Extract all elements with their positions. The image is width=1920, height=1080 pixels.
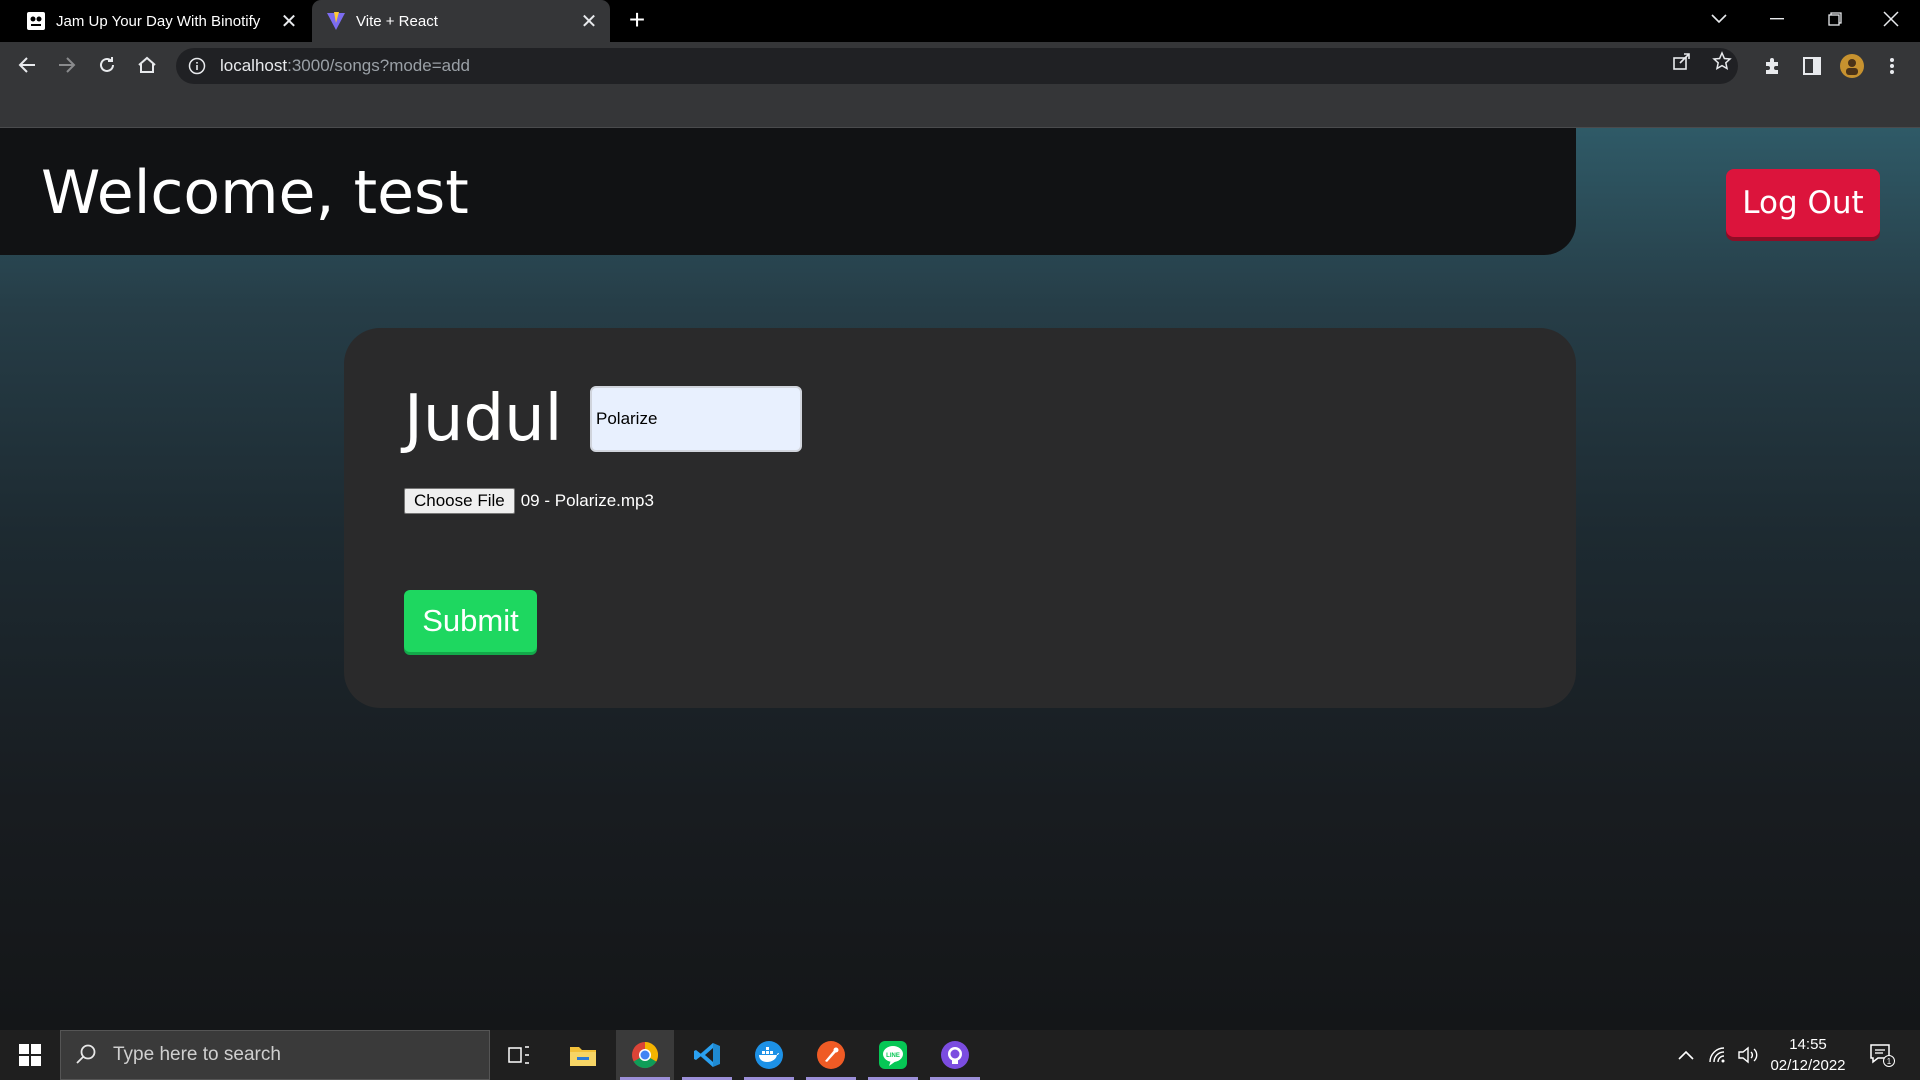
close-tab-icon[interactable]: ✕ [578, 10, 600, 33]
title-input[interactable] [590, 386, 802, 452]
clock-time: 14:55 [1789, 1036, 1827, 1053]
tab-vite-react[interactable]: Vite + React ✕ [312, 0, 610, 42]
vite-favicon-icon [326, 11, 346, 31]
notification-count: 1 [1887, 1057, 1892, 1066]
add-song-form: Judul Choose File 09 - Polarize.mp3 Subm… [344, 328, 1576, 708]
profile-avatar[interactable] [1840, 54, 1864, 78]
url-text: localhost:3000/songs?mode=add [220, 56, 471, 75]
svg-text:LINE: LINE [886, 1053, 900, 1059]
bookmark-star-icon[interactable] [1711, 50, 1733, 72]
taskbar-clock[interactable]: 14:55 02/12/2022 [1760, 1034, 1856, 1076]
submit-button[interactable]: Submit [404, 590, 537, 652]
address-bar[interactable]: localhost:3000/songs?mode=add [176, 48, 1738, 84]
page-viewport: Welcome, test Log Out Judul Choose File … [0, 128, 1920, 1030]
clock-date: 02/12/2022 [1770, 1057, 1846, 1074]
side-panel-icon[interactable] [1800, 54, 1824, 78]
windows-start-icon[interactable] [0, 1030, 60, 1080]
forward-arrow-icon[interactable] [52, 50, 82, 80]
chrome-menu-icon[interactable] [1880, 54, 1904, 78]
show-hidden-icons-chevron-icon[interactable] [1674, 1030, 1698, 1080]
share-icon[interactable] [1671, 50, 1693, 72]
windows-taskbar: Type here to search LINE 14:55 02/12/202… [0, 1030, 1920, 1080]
tab-search-icon[interactable] [1690, 0, 1748, 38]
home-icon[interactable] [132, 50, 162, 80]
search-placeholder: Type here to search [113, 1044, 281, 1065]
welcome-heading: Welcome, test [41, 158, 469, 228]
postman-icon[interactable] [802, 1030, 860, 1080]
search-icon [75, 1043, 99, 1067]
taskbar-search-box[interactable]: Type here to search [60, 1030, 490, 1080]
bookmark-bar [0, 88, 1920, 128]
task-view-icon[interactable] [490, 1030, 548, 1080]
volume-icon[interactable] [1734, 1030, 1762, 1080]
new-tab-button[interactable]: + [624, 6, 650, 34]
browser-toolbar: localhost:3000/songs?mode=add [0, 42, 1920, 88]
docker-icon[interactable] [740, 1030, 798, 1080]
logout-button[interactable]: Log Out [1726, 169, 1880, 237]
choose-file-button[interactable]: Choose File [404, 488, 515, 514]
title-label: Judul [404, 382, 563, 456]
chrome-taskbar-icon[interactable] [616, 1030, 674, 1080]
github-desktop-icon[interactable] [926, 1030, 984, 1080]
file-explorer-icon[interactable] [554, 1030, 612, 1080]
network-icon[interactable] [1704, 1030, 1732, 1080]
vscode-icon[interactable] [678, 1030, 736, 1080]
tab-title: Vite + React [356, 12, 438, 30]
file-input[interactable]: Choose File 09 - Polarize.mp3 [404, 488, 654, 514]
restore-button[interactable] [1806, 0, 1864, 38]
selected-file-name: 09 - Polarize.mp3 [520, 491, 654, 510]
tab-binotify[interactable]: Jam Up Your Day With Binotify ✕ [12, 0, 310, 42]
tab-strip: Jam Up Your Day With Binotify ✕ Vite + R… [0, 0, 1920, 42]
reload-icon[interactable] [92, 50, 122, 80]
minimize-button[interactable] [1748, 0, 1806, 38]
back-arrow-icon[interactable] [12, 50, 42, 80]
close-window-button[interactable] [1862, 0, 1920, 38]
extensions-icon[interactable] [1760, 54, 1784, 78]
site-info-icon[interactable] [188, 57, 206, 75]
notification-center-icon[interactable]: 1 [1864, 1030, 1900, 1080]
welcome-header: Welcome, test [0, 128, 1576, 255]
close-tab-icon[interactable]: ✕ [278, 10, 300, 33]
binotify-favicon-icon [26, 11, 46, 31]
tab-title: Jam Up Your Day With Binotify [56, 12, 261, 30]
line-app-icon[interactable]: LINE [864, 1030, 922, 1080]
